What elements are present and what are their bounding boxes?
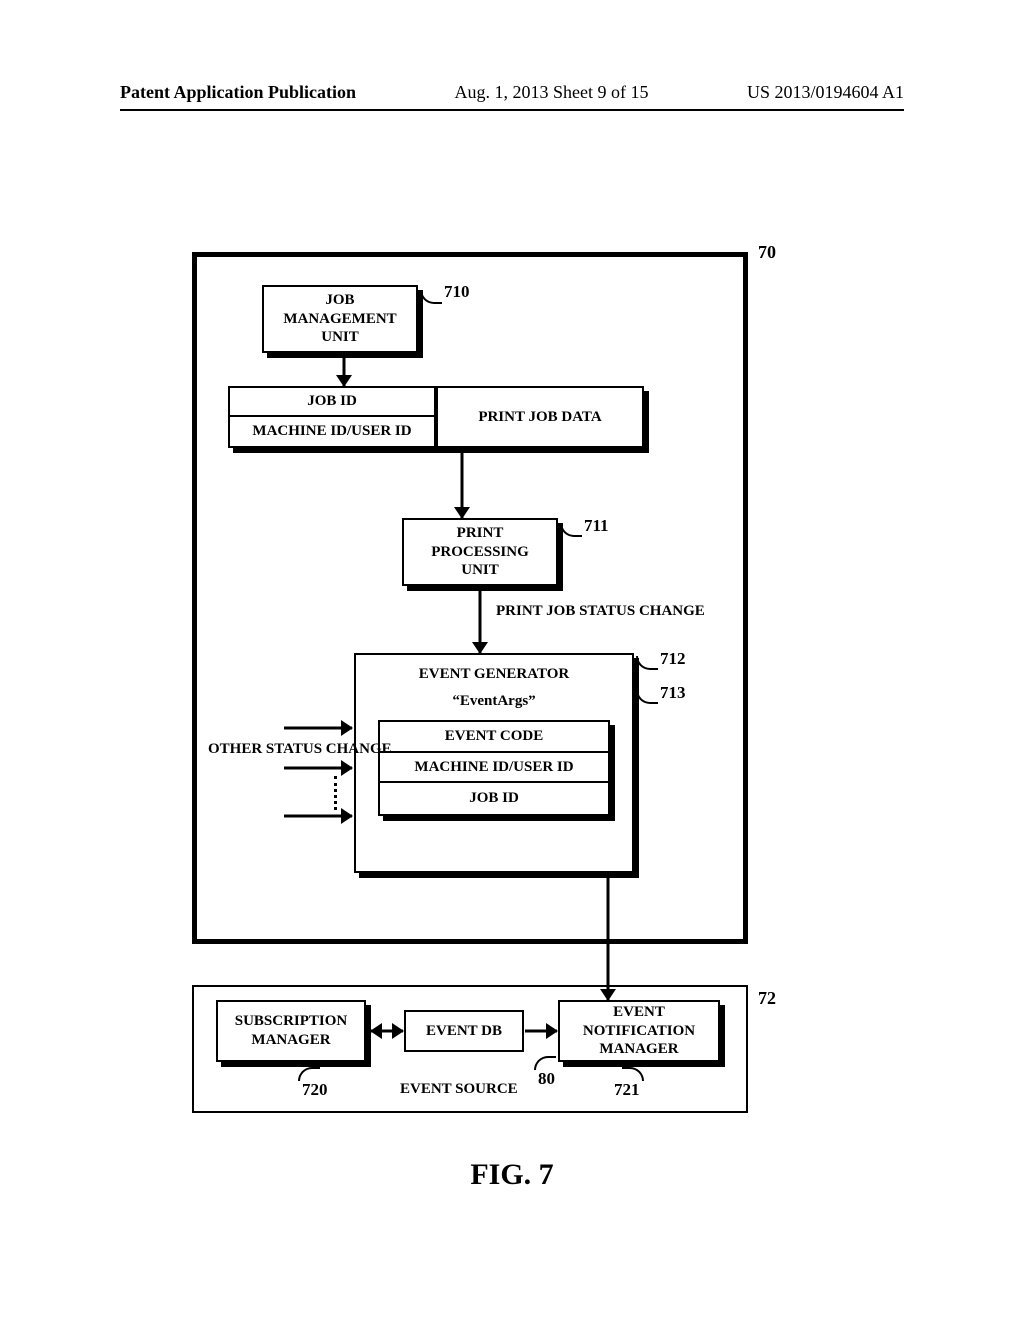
- event-db-box: EVENT DB: [404, 1010, 524, 1052]
- arrow-db-enm: [525, 1023, 557, 1039]
- ref-720: 720: [302, 1080, 328, 1100]
- job-management-unit-box: JOB MANAGEMENT UNIT: [262, 285, 418, 353]
- event-notification-manager-label: EVENT NOTIFICATION MANAGER: [558, 1000, 720, 1062]
- machine-user-cell: MACHINE ID/USER ID: [230, 417, 434, 446]
- event-db-label: EVENT DB: [426, 1023, 502, 1040]
- page-header: Patent Application Publication Aug. 1, 2…: [120, 82, 904, 111]
- ref-72: 72: [758, 988, 776, 1009]
- event-code-cell: EVENT CODE: [380, 722, 608, 753]
- subscription-manager-label: SUBSCRIPTION MANAGER: [216, 1000, 366, 1062]
- eventargs-table: EVENT CODE MACHINE ID/USER ID JOB ID: [378, 720, 610, 816]
- event-jobid-cell: JOB ID: [380, 783, 608, 814]
- ref-711: 711: [584, 516, 609, 536]
- page: Patent Application Publication Aug. 1, 2…: [0, 0, 1024, 1320]
- event-notification-manager-box: EVENT NOTIFICATION MANAGER: [558, 1000, 720, 1062]
- ref-713: 713: [660, 683, 686, 703]
- ref-70: 70: [758, 242, 776, 263]
- event-machine-user-cell: MACHINE ID/USER ID: [380, 753, 608, 784]
- arrow-table-to-ppu: [454, 453, 470, 518]
- ref-710: 710: [444, 282, 470, 302]
- print-job-data-label: PRINT JOB DATA: [436, 386, 644, 448]
- job-id-cell: JOB ID: [230, 388, 434, 417]
- print-processing-unit-box: PRINT PROCESSING UNIT: [402, 518, 558, 586]
- event-source-label: EVENT SOURCE: [400, 1080, 518, 1099]
- arrow-other-2: [284, 760, 352, 776]
- arrow-other-1: [284, 720, 352, 736]
- job-management-unit-label: JOB MANAGEMENT UNIT: [262, 285, 418, 353]
- other-status-change-label: OTHER STATUS CHANGE: [208, 740, 392, 759]
- job-id-machine-id-box: JOB ID MACHINE ID/USER ID: [228, 386, 436, 448]
- ref-80: 80: [538, 1069, 555, 1089]
- subscription-manager-box: SUBSCRIPTION MANAGER: [216, 1000, 366, 1062]
- print-job-status-change-label: PRINT JOB STATUS CHANGE: [496, 602, 705, 621]
- arrow-jmu-to-table: [336, 358, 352, 386]
- print-processing-unit-label: PRINT PROCESSING UNIT: [402, 518, 558, 586]
- ref-712: 712: [660, 649, 686, 669]
- eventargs-label: “EventArgs”: [366, 692, 622, 711]
- arrow-other-3: [284, 808, 352, 824]
- header-publication: Patent Application Publication: [120, 82, 356, 103]
- header-date-sheet: Aug. 1, 2013 Sheet 9 of 15: [455, 82, 649, 103]
- header-pubnumber: US 2013/0194604 A1: [747, 82, 904, 103]
- ref-721: 721: [614, 1080, 640, 1100]
- arrow-ppu-to-eventgen: [472, 591, 488, 653]
- event-generator-title: EVENT GENERATOR: [366, 665, 622, 684]
- dotted-ellipsis: [334, 776, 337, 810]
- figure-caption: FIG. 7: [0, 1158, 1024, 1192]
- arrow-sub-db: [371, 1023, 403, 1039]
- print-job-data-box: PRINT JOB DATA: [436, 386, 644, 448]
- arrow-eventgen-to-enm: [600, 878, 616, 1000]
